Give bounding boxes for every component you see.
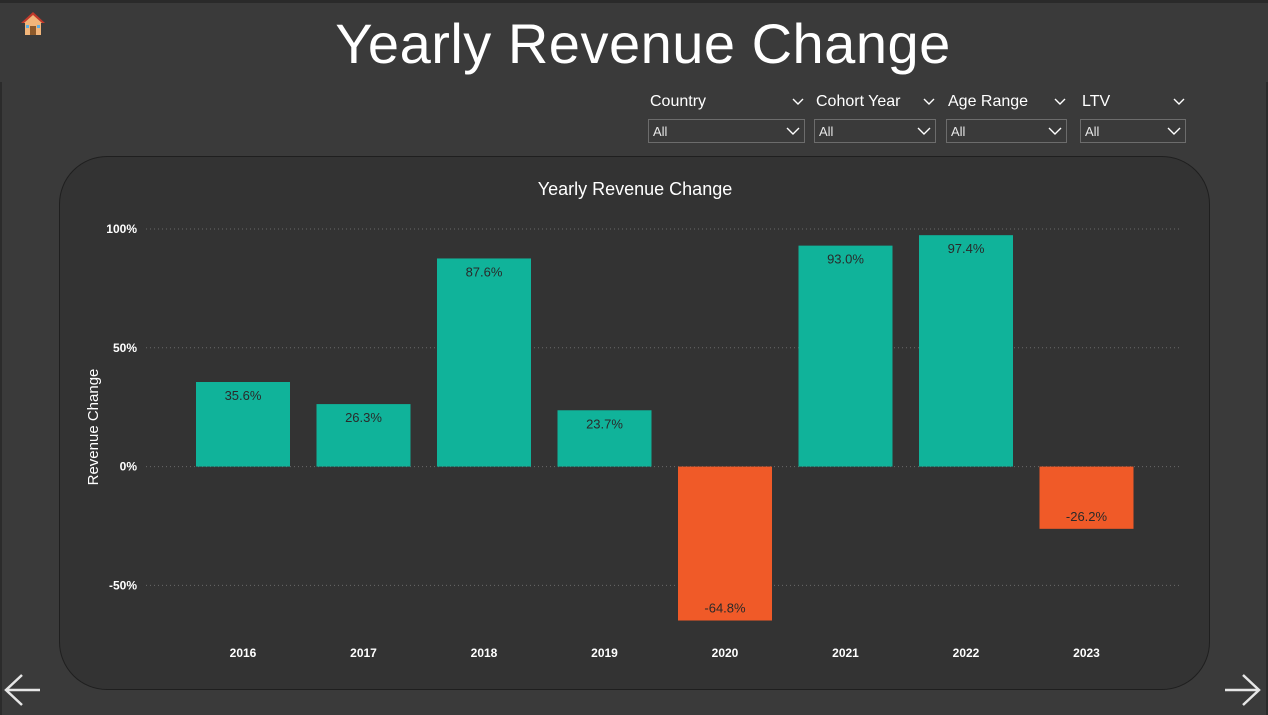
chevron-down-icon[interactable] [1172, 95, 1186, 109]
filter-cohort-year-header[interactable]: Cohort Year [814, 90, 936, 114]
y-tick-label: 0% [120, 460, 138, 474]
bar-2020[interactable] [678, 466, 772, 621]
arrow-left-icon[interactable] [3, 672, 43, 708]
x-tick-label: 2020 [712, 646, 739, 660]
chevron-down-icon[interactable] [922, 95, 936, 109]
data-label: -26.2% [1066, 509, 1108, 524]
data-label: 35.6% [225, 388, 262, 403]
data-label: 87.6% [466, 264, 503, 279]
filter-country-header[interactable]: Country [648, 90, 805, 114]
x-tick-label: 2016 [230, 646, 257, 660]
page-title: Yearly Revenue Change [335, 12, 951, 75]
left-edge [0, 82, 2, 715]
chevron-down-icon [1048, 127, 1062, 135]
filter-age-range-dropdown[interactable]: All [946, 119, 1067, 143]
chart-title: Yearly Revenue Change [538, 179, 732, 199]
header: Yearly Revenue Change [0, 3, 1268, 82]
filter-age-range-header[interactable]: Age Range [946, 90, 1067, 114]
x-tick-label: 2022 [953, 646, 980, 660]
chevron-down-icon [917, 127, 931, 135]
filter-country: Country All [648, 90, 805, 143]
filter-country-dropdown[interactable]: All [648, 119, 805, 143]
filter-age-range-label: Age Range [948, 93, 1029, 110]
chart-card: Yearly Revenue Change Revenue Change 100… [59, 156, 1210, 690]
data-label: 23.7% [586, 416, 623, 431]
filter-cohort-year-label: Cohort Year [816, 93, 901, 110]
chevron-down-icon [786, 127, 800, 135]
filter-cohort-year-value: All [819, 123, 834, 139]
x-tick-label: 2017 [350, 646, 377, 660]
y-tick-label: 50% [113, 341, 137, 355]
filter-ltv: LTV All [1080, 90, 1186, 143]
chevron-down-icon[interactable] [791, 95, 805, 109]
filter-age-range-value: All [951, 123, 966, 139]
filter-ltv-header[interactable]: LTV [1080, 90, 1186, 114]
data-label: -64.8% [704, 601, 746, 616]
chevron-down-icon [1167, 127, 1181, 135]
chevron-down-icon[interactable] [1053, 95, 1067, 109]
filter-ltv-label: LTV [1082, 93, 1111, 110]
filter-cohort-year-dropdown[interactable]: All [814, 119, 936, 143]
x-tick-label: 2023 [1073, 646, 1100, 660]
bar-2022[interactable] [919, 235, 1013, 467]
data-label: 93.0% [827, 252, 864, 267]
arrow-right-icon[interactable] [1222, 672, 1262, 708]
bars-layer [196, 235, 1134, 621]
filter-age-range: Age Range All [946, 90, 1067, 143]
data-label: 97.4% [948, 241, 985, 256]
x-tick-label: 2018 [471, 646, 498, 660]
filter-country-label: Country [650, 93, 707, 110]
y-tick-label: 100% [106, 222, 137, 236]
filter-ltv-value: All [1085, 123, 1100, 139]
filter-ltv-dropdown[interactable]: All [1080, 119, 1186, 143]
bar-2021[interactable] [798, 245, 893, 467]
revenue-change-chart[interactable]: Yearly Revenue Change Revenue Change 100… [60, 157, 1211, 691]
filter-cohort-year: Cohort Year All [814, 90, 936, 143]
x-tick-label: 2019 [591, 646, 618, 660]
y-tick-label: -50% [109, 578, 137, 592]
data-label: 26.3% [345, 410, 382, 425]
filter-country-value: All [653, 123, 668, 139]
y-axis-label: Revenue Change [85, 369, 102, 486]
x-tick-label: 2021 [832, 646, 859, 660]
bar-2018[interactable] [437, 258, 531, 467]
